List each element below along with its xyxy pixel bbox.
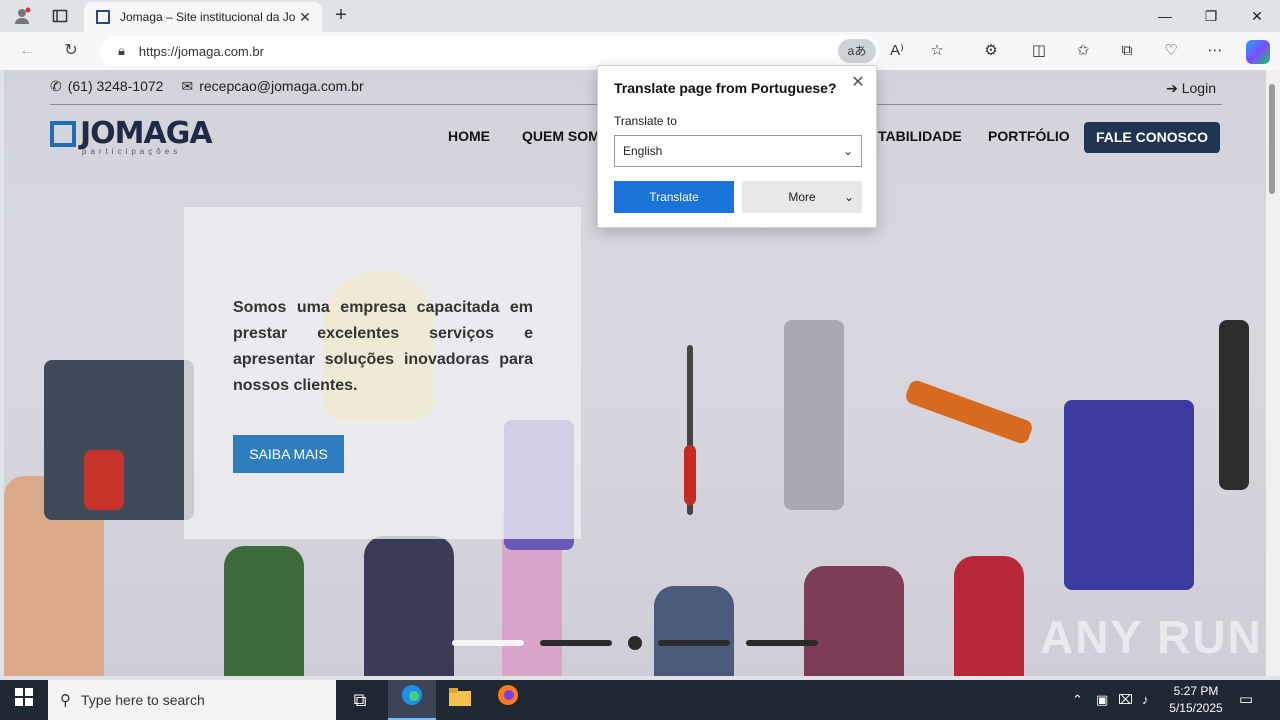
file-explorer-icon[interactable] bbox=[436, 680, 484, 720]
menu-sustentabilidade[interactable]: TABILIDADE bbox=[878, 128, 962, 144]
carousel-dot[interactable] bbox=[746, 640, 818, 646]
clock-time: 5:27 PM bbox=[1173, 684, 1219, 698]
hero-text: Somos uma empresa capacitada em prestar … bbox=[233, 299, 533, 394]
translate-icon[interactable]: aあ bbox=[838, 39, 876, 63]
search-icon: ⚲ bbox=[60, 692, 71, 709]
tab-title: Jomaga – Site institucional da Jor bbox=[120, 10, 296, 24]
more-label: More bbox=[788, 190, 816, 204]
show-hidden-icons-icon[interactable]: ⌃ bbox=[1072, 692, 1083, 708]
site-favicon-icon bbox=[96, 10, 110, 24]
hero-image-arm bbox=[364, 536, 454, 676]
favorites-icon[interactable]: ✩ bbox=[1072, 40, 1094, 62]
profile-icon[interactable] bbox=[12, 6, 32, 26]
contact-info: ✆ (61) 3248-1072 ✉ recepcao@jomaga.com.br bbox=[50, 78, 364, 95]
settings-more-icon[interactable]: ⋯ bbox=[1204, 40, 1226, 62]
refresh-icon[interactable]: ↻ bbox=[60, 40, 82, 62]
volume-icon[interactable]: ♪ bbox=[1142, 692, 1149, 707]
hero-image-arm bbox=[224, 546, 304, 676]
close-icon[interactable]: ✕ bbox=[848, 72, 868, 92]
login-label: Login bbox=[1181, 80, 1216, 96]
email-address: recepcao@jomaga.com.br bbox=[199, 78, 364, 94]
title-bar: Jomaga – Site institucional da Jor ✕ + —… bbox=[0, 0, 1280, 32]
drill-trigger-shape bbox=[84, 450, 124, 510]
close-tab-icon[interactable]: ✕ bbox=[296, 9, 314, 26]
taskbar: ⚲ Type here to search ⧉ ⌃ ▣ ⌧ ♪ 5:27 PM … bbox=[0, 680, 1280, 720]
tab-actions-icon[interactable] bbox=[50, 6, 70, 26]
login-icon: ➔ bbox=[1166, 80, 1182, 96]
logo-subtitle: participações bbox=[82, 147, 182, 156]
phone-info[interactable]: ✆ (61) 3248-1072 bbox=[50, 78, 163, 95]
fale-conosco-button[interactable]: FALE CONOSCO bbox=[1084, 122, 1220, 153]
read-aloud-icon[interactable]: A⁾ bbox=[886, 40, 908, 62]
scrollbar-thumb[interactable] bbox=[1269, 84, 1275, 194]
work-glove-shape bbox=[1064, 400, 1194, 590]
page-scrollbar[interactable] bbox=[1266, 70, 1280, 676]
translate-to-label: Translate to bbox=[614, 114, 677, 128]
windows-start-icon[interactable] bbox=[0, 680, 48, 720]
firefox-icon[interactable] bbox=[484, 680, 532, 720]
translate-popup: Translate page from Portuguese? ✕ Transl… bbox=[597, 65, 877, 228]
edge-browser-icon[interactable] bbox=[388, 680, 436, 720]
restore-icon[interactable]: ❐ bbox=[1188, 4, 1234, 28]
menu-home[interactable]: HOME bbox=[448, 128, 490, 144]
search-placeholder: Type here to search bbox=[81, 692, 205, 708]
translate-popup-title: Translate page from Portuguese? bbox=[614, 80, 837, 96]
clock-date: 5/15/2025 bbox=[1169, 701, 1223, 715]
hero-image-arm bbox=[954, 556, 1024, 676]
lock-icon[interactable]: 🔒︎ bbox=[118, 43, 125, 59]
more-button[interactable]: More ⌄ bbox=[742, 181, 862, 213]
address-bar[interactable]: 🔒︎ https://jomaga.com.br aあ bbox=[100, 36, 880, 66]
chevron-down-icon: ⌄ bbox=[842, 144, 853, 158]
wrench-shape bbox=[903, 378, 1035, 446]
hammer-shape bbox=[1219, 320, 1249, 490]
hero-image-arm bbox=[654, 586, 734, 676]
language-select[interactable]: English ⌄ bbox=[614, 135, 862, 167]
device-icon[interactable]: ▣ bbox=[1096, 692, 1108, 708]
browser-essentials-icon[interactable]: ♡ bbox=[1160, 40, 1182, 62]
hero-image-arm bbox=[804, 566, 904, 676]
email-info[interactable]: ✉ recepcao@jomaga.com.br bbox=[181, 78, 363, 95]
taskbar-clock[interactable]: 5:27 PM 5/15/2025 bbox=[1164, 683, 1228, 717]
selected-language: English bbox=[623, 144, 663, 158]
browser-tab[interactable]: Jomaga – Site institucional da Jor ✕ bbox=[84, 2, 322, 32]
task-view-icon[interactable]: ⧉ bbox=[336, 680, 384, 720]
notification-icon[interactable]: ▭ bbox=[1236, 690, 1256, 710]
copilot-icon[interactable] bbox=[1246, 40, 1270, 64]
close-window-icon[interactable]: ✕ bbox=[1234, 4, 1280, 28]
login-link[interactable]: ➔ Login bbox=[1166, 80, 1216, 97]
carousel-dot[interactable] bbox=[658, 640, 730, 646]
carousel-dot[interactable] bbox=[628, 636, 642, 650]
carousel-dot[interactable] bbox=[540, 640, 612, 646]
site-logo[interactable]: JOMAGA bbox=[50, 116, 213, 151]
envelope-icon: ✉ bbox=[181, 78, 194, 94]
minimize-icon[interactable]: — bbox=[1142, 4, 1188, 28]
anyrun-watermark: ANY RUN bbox=[1040, 611, 1263, 663]
extensions-icon[interactable]: ⚙ bbox=[980, 40, 1002, 62]
logo-mark-icon bbox=[50, 120, 76, 147]
split-screen-icon[interactable]: ◫ bbox=[1028, 40, 1050, 62]
favorite-star-icon[interactable]: ☆ bbox=[926, 40, 948, 62]
network-icon[interactable]: ⌧ bbox=[1118, 692, 1133, 708]
collections-icon[interactable]: ⧉ bbox=[1116, 40, 1138, 62]
taskbar-search[interactable]: ⚲ Type here to search bbox=[48, 680, 336, 720]
new-tab-icon[interactable]: + bbox=[330, 4, 352, 26]
screwdriver-handle-shape bbox=[684, 445, 696, 505]
chevron-down-icon: ⌄ bbox=[843, 190, 854, 204]
logo-word: JOMAGA bbox=[80, 116, 213, 151]
saiba-mais-button[interactable]: SAIBA MAIS bbox=[233, 435, 344, 473]
menu-quem-somos[interactable]: QUEM SOM bbox=[522, 128, 600, 144]
translate-button[interactable]: Translate bbox=[614, 181, 734, 213]
phone-number: (61) 3248-1072 bbox=[67, 78, 164, 94]
pliers-shape bbox=[784, 320, 844, 510]
back-arrow-icon[interactable]: ← bbox=[16, 40, 38, 62]
phone-icon: ✆ bbox=[50, 78, 62, 94]
menu-portfolio[interactable]: PORTFÓLIO bbox=[988, 128, 1070, 144]
hero-card: Somos uma empresa capacitada em prestar … bbox=[184, 207, 581, 539]
carousel-dot[interactable] bbox=[452, 640, 524, 646]
url-text: https://jomaga.com.br bbox=[138, 43, 264, 59]
